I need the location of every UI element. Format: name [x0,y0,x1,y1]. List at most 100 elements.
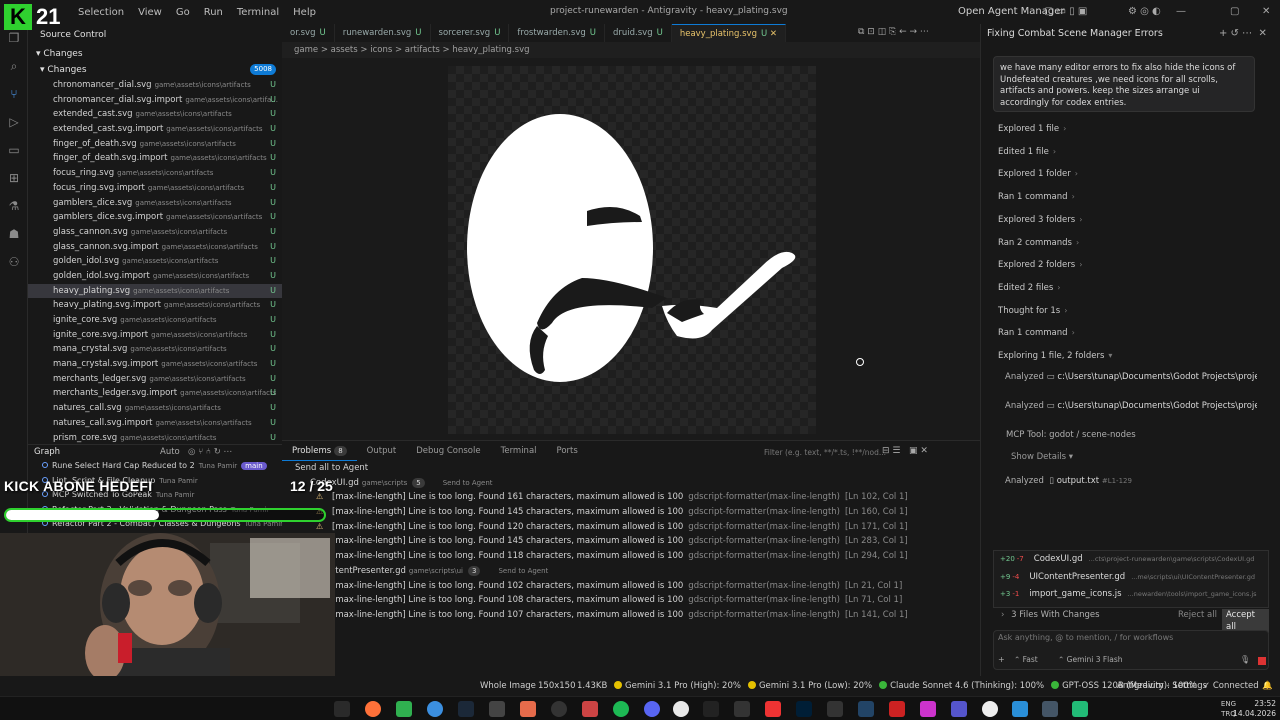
changed-file-row[interactable]: +3 -1 import_game_icons.js ...newarden\tool… [994,586,1268,604]
file-row[interactable]: natures_call.svg game\assets\icons\artifa… [28,401,282,416]
problem-row[interactable]: ⚠[max-line-length] Line is too long. Fou… [282,534,980,549]
extensions-icon[interactable]: ⊞ [0,164,28,192]
app5-icon[interactable] [734,701,750,717]
agent-step[interactable]: Explored 1 folder › [998,169,1078,179]
agent-step[interactable]: Edited 2 files › [998,283,1060,293]
mcp-tool-call[interactable]: MCP Tool: godot / scene-nodes [1006,430,1258,440]
analyzed-item[interactable]: Analyzed ▭ c:\Users\tunap\Documents\Godo… [1005,401,1257,411]
file-row[interactable]: heavy_plating.svg game\assets\icons\artif… [28,283,282,299]
analyzed-output[interactable]: Analyzed ▯ output.txt #L1-129 [1005,476,1257,486]
agent-step[interactable]: Edited 1 file › [998,147,1056,157]
search-icon[interactable]: ⌕ [0,52,28,80]
agent-step[interactable]: Ran 1 command › [998,328,1075,338]
problem-row[interactable]: ⚠[max-line-length] Line is too long. Fou… [282,520,980,535]
tab-close-icon[interactable]: ✕ [767,29,777,39]
mic-icon[interactable]: 🎙 [1240,655,1250,664]
file-row[interactable]: prism_core.svg game\assets\icons\artifact… [28,431,282,446]
menu-item-run[interactable]: Run [204,7,223,18]
analyzed-item[interactable]: Analyzed ▭ c:\Users\tunap\Documents\Godo… [1005,372,1257,382]
preview-zoom[interactable]: Whole Image [480,676,536,696]
file-row[interactable]: mana_crystal.svg.import game\assets\icons… [28,357,282,372]
settings-link[interactable]: Antigravity - Settings [1117,676,1207,696]
problem-row[interactable]: ⚠[max-line-length] Line is too long. Fou… [282,505,980,520]
app8-icon[interactable] [858,701,874,717]
unity-icon[interactable] [489,701,505,717]
minimize-button[interactable]: — [1176,6,1186,17]
agent-step[interactable]: Thought for 1s › [998,306,1067,316]
graph-title[interactable]: Graph [34,447,60,457]
chat-input[interactable]: Ask anything, @ to mention, / for workfl… [998,633,1173,642]
menu-item-go[interactable]: Go [176,7,190,18]
file-row[interactable]: merchants_ledger.svg.import game\assets\i… [28,386,282,401]
remote-icon[interactable]: ▭ [0,136,28,164]
panel-tab-debug-console[interactable]: Debug Console [406,441,490,461]
editor-tab[interactable]: frostwarden.svg U [509,24,605,42]
commit-row[interactable]: Rune Select Hard Cap Reduced to 2 Tuna Pa… [28,459,282,474]
agent-step[interactable]: Exploring 1 file, 2 folders ▾ [998,351,1112,361]
problems-filter-input[interactable]: Filter (e.g. text, **/*.ts, !**/nod... [764,446,894,460]
file-row[interactable]: focus_ring.svg.import game\assets\icons\a… [28,181,282,196]
files-with-changes-label[interactable]: 3 Files With Changes [1011,610,1099,620]
system-clock[interactable]: 23:52 14.04.2026 [1233,699,1276,719]
app2-icon[interactable] [520,701,536,717]
graph-mode[interactable]: Auto [160,445,180,459]
model-quota[interactable]: Gemini 3.1 Pro (Low): 20% [747,681,872,691]
menu-item-selection[interactable]: Selection [78,7,124,18]
panel-tab-problems[interactable]: Problems 8 [282,441,357,461]
editor-tab[interactable]: runewarden.svg U [335,24,431,42]
file-row[interactable]: chronomancer_dial.svg game\assets\icons\a… [28,78,282,93]
file-row[interactable]: glass_cannon.svg game\assets\icons\artifa… [28,225,282,240]
send-all-to-agent-button[interactable]: Send all to Agent [282,461,980,476]
problem-row[interactable]: ⚠[max-line-length] Line is too long. Fou… [282,549,980,564]
file-row[interactable]: gamblers_dice.svg game\assets\icons\artif… [28,196,282,211]
editor-tab[interactable]: or.svg U [282,24,335,42]
task-view-icon[interactable] [334,701,350,717]
agent-step[interactable]: Ran 1 command › [998,192,1075,202]
chrome-icon[interactable] [673,701,689,717]
model-quota[interactable]: Claude Sonnet 4.6 (Thinking): 100% [879,681,1044,691]
app12-icon[interactable] [982,701,998,717]
file-row[interactable]: heavy_plating.svg.import game\assets\icon… [28,298,282,313]
panel-actions-icon[interactable]: ⊟ ☰ ▣ ✕ [882,446,928,456]
photoshop-icon[interactable] [796,701,812,717]
file-row[interactable]: finger_of_death.svg.import game\assets\ic… [28,151,282,166]
testing-icon[interactable]: ⚗ [0,192,28,220]
menu-item-terminal[interactable]: Terminal [237,7,279,18]
chevron-right-icon[interactable]: › [1001,610,1004,620]
mode-select[interactable]: ⌃ Fast [1014,655,1038,664]
file-row[interactable]: gamblers_dice.svg.import game\assets\icon… [28,210,282,225]
file-row[interactable]: extended_cast.svg game\assets\icons\artif… [28,107,282,122]
discord-icon[interactable] [644,701,660,717]
terminal-icon[interactable] [703,701,719,717]
problem-row[interactable]: ⚠[max-line-length] Line is too long. Fou… [282,593,980,608]
problem-file-header[interactable]: CodexUI.gd game\scripts 5 Send to Agent [282,476,980,491]
agent-step[interactable]: Explored 3 folders › [998,215,1082,225]
connection-status[interactable]: ✓ Connected [1203,676,1259,696]
file-row[interactable]: mana_crystal.svg game\assets\icons\artifa… [28,342,282,357]
app14-icon[interactable] [1072,701,1088,717]
show-details-button[interactable]: Show Details ▾ [1011,452,1263,462]
app7-icon[interactable] [827,701,843,717]
steam-icon[interactable] [458,701,474,717]
maximize-button[interactable]: ▢ [1230,6,1239,17]
stop-button[interactable] [1258,657,1266,665]
file-row[interactable]: glass_cannon.svg.import game\assets\icons… [28,240,282,255]
notifications-icon[interactable]: 🔔 [1262,676,1273,696]
app6-icon[interactable] [765,701,781,717]
graph-actions-icon[interactable]: ◎ ⑂ ⑃ ↻ ⋯ [188,445,232,459]
problem-row[interactable]: ⚠[max-line-length] Line is too long. Fou… [282,579,980,594]
panel-tab-ports[interactable]: Ports [547,441,588,461]
chat-actions-icon[interactable]: + ↺ ⋯ ✕ [1219,28,1267,39]
source-control-icon[interactable]: ⑂ [0,80,28,108]
file-row[interactable]: chronomancer_dial.svg.import game\assets\… [28,93,282,108]
file-row[interactable]: extended_cast.svg.import game\assets\icon… [28,122,282,137]
editor-tab[interactable]: heavy_plating.svg U ✕ [671,24,787,42]
file-row[interactable]: golden_idol.svg.import game\assets\icons\… [28,269,282,284]
app4-icon[interactable] [582,701,598,717]
changed-file-row[interactable]: +9 -4 UIContentPresenter.gd ...me\scripts\u… [994,569,1268,587]
menu-item-help[interactable]: Help [293,7,316,18]
app9-icon[interactable] [889,701,905,717]
editor-actions-icon[interactable]: ⧉ ⊡ ◫ ⎘ ← → ⋯ [858,27,929,37]
editor-tab[interactable]: druid.svg U [605,24,672,42]
panel-tab-output[interactable]: Output [357,441,407,461]
